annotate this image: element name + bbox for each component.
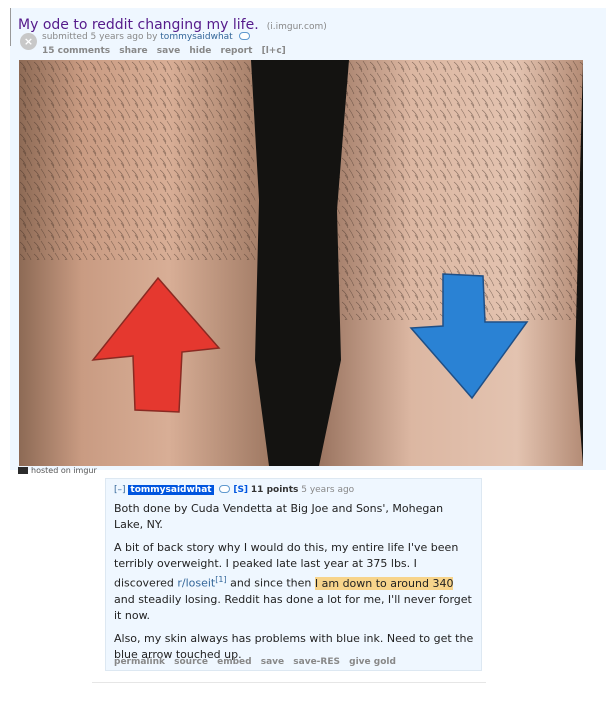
comments-button[interactable]: 15 comments [42,46,110,56]
expand-lc-button[interactable]: [l+c] [262,46,286,56]
friend-bubble-icon[interactable] [219,485,231,493]
give-gold-button[interactable]: give gold [349,657,396,667]
friend-bubble-icon[interactable] [238,32,250,40]
hosted-on-text: hosted on imgur [31,466,97,475]
share-button[interactable]: share [119,46,147,56]
p2-text-b: and since then [226,576,315,590]
post-tagline-prefix: submitted 5 years ago by [42,32,158,42]
comment-paragraph-2: A bit of back story why I would do this,… [114,540,474,624]
post-domain[interactable]: (i.imgur.com) [267,22,327,32]
report-button[interactable]: report [221,46,253,56]
comment-age: 5 years ago [301,485,355,495]
hide-button[interactable]: hide [189,46,211,56]
post-author-link[interactable]: tommysaidwhat [160,32,232,42]
footnote-ref[interactable]: [1] [215,575,226,584]
imgur-icon [18,467,28,474]
post-container: My ode to reddit changing my life. (i.im… [10,8,606,475]
post-left-rule [10,8,11,46]
comment-tagline: [–] tommysaidwhat [S] 11 points 5 years … [114,485,354,495]
close-icon[interactable]: × [20,33,37,50]
permalink-button[interactable]: permalink [114,657,165,667]
loseit-link[interactable]: r/loseit [177,577,215,590]
submitter-flag[interactable]: [S] [233,485,248,495]
save-button[interactable]: save [157,46,180,56]
comment-buttons: permalink source embed save save-RES giv… [114,657,402,667]
tattoo-photo-illustration [19,60,583,466]
collapse-comment-button[interactable]: [–] [114,485,126,495]
comment-author-link[interactable]: tommysaidwhat [128,485,214,495]
comment: [–] tommysaidwhat [S] 11 points 5 years … [105,478,482,671]
comment-points: 11 points [250,485,299,495]
comment-save-button[interactable]: save [261,657,284,667]
source-button[interactable]: source [174,657,208,667]
highlighted-text: I am down to around 340 [314,576,454,590]
embed-button[interactable]: embed [217,657,251,667]
p2-text-c: and steadily losing. Reddit has done a l… [114,592,472,622]
comment-area: [–] tommysaidwhat [S] 11 points 5 years … [92,478,486,683]
hosted-on-label[interactable]: hosted on imgur [18,466,97,475]
save-res-button[interactable]: save-RES [293,657,340,667]
post-tagline: submitted 5 years ago by tommysaidwhat [42,32,250,42]
comment-body: Both done by Cuda Vendetta at Big Joe an… [114,501,474,670]
post-buttons: 15 comments share save hide report [l+c] [42,46,292,56]
post-title-link[interactable]: My ode to reddit changing my life. [18,17,259,33]
comment-paragraph-1: Both done by Cuda Vendetta at Big Joe an… [114,502,444,531]
post-title-line: My ode to reddit changing my life. (i.im… [18,14,327,33]
post-image[interactable] [19,60,583,466]
